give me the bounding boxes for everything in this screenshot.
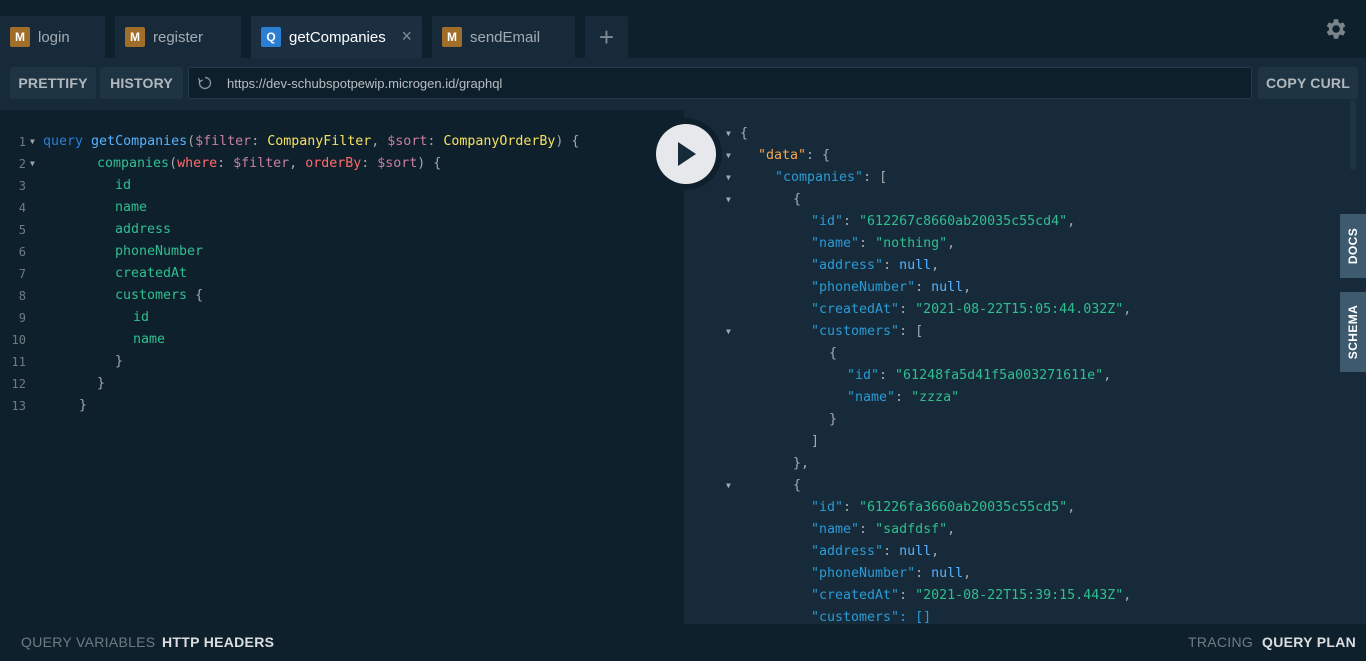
code-line: } [79,398,88,413]
line-number: 13 [11,399,26,413]
code-line: id [115,178,132,193]
fold-arrow-icon[interactable]: ▼ [30,153,35,175]
code-line: phoneNumber [115,244,204,259]
tab-label: register [153,28,204,46]
line-number: 10 [11,333,26,347]
prettify-button[interactable]: PRETTIFY [10,67,96,99]
tab-label: getCompanies [289,28,386,46]
line-number: 2 [18,157,26,171]
code-line: } [829,412,838,427]
query-plan-tab[interactable]: QUERY PLAN [1262,634,1356,650]
tab-label: sendEmail [470,28,541,46]
history-button[interactable]: HISTORY [100,67,183,99]
fold-arrow-icon[interactable]: ▼ [726,475,731,497]
mutation-badge: M [442,27,462,47]
code-line: customers { [115,288,204,303]
code-line: { [793,478,802,493]
copy-curl-button[interactable]: COPY CURL [1258,67,1358,99]
query-editor[interactable]: 1 2 3 4 5 6 7 8 9 10 11 12 13 ▼ ▼ query … [0,110,684,624]
code-line: { [740,126,749,141]
code-line: "id": "61226fa3660ab20035c55cd5", [811,500,1076,515]
code-line: id [133,310,150,325]
line-number: 3 [18,179,26,193]
add-tab-button[interactable]: + [585,16,628,58]
query-badge: Q [261,27,281,47]
tab-login[interactable]: M login [0,16,105,58]
fold-arrow-icon[interactable]: ▼ [726,321,731,343]
fold-arrow-icon[interactable]: ▼ [726,167,731,189]
endpoint-url-input[interactable] [227,75,1127,91]
code-line: query getCompanies($filter: CompanyFilte… [43,134,580,149]
code-line: name [115,200,148,215]
code-line: }, [793,456,810,471]
tab-register[interactable]: M register [115,16,241,58]
code-line: "companies": [ [775,170,888,185]
code-line: { [829,346,838,361]
play-icon [678,142,696,166]
schema-tab-label: SCHEMA [1346,304,1360,360]
endpoint-url-bar [188,67,1252,99]
toolbar: PRETTIFY HISTORY COPY CURL [0,58,1366,110]
code-line: ] [811,434,820,449]
code-line: } [115,354,124,369]
fold-arrow-icon[interactable]: ▼ [30,131,35,153]
line-number: 8 [18,289,26,303]
line-number: 11 [11,355,26,369]
result-scrollbar[interactable] [1350,100,1356,170]
code-line: "id": "612267c8660ab20035c55cd4", [811,214,1076,229]
tab-getcompanies[interactable]: Q getCompanies × [251,16,422,58]
line-number: 6 [18,245,26,259]
code-line: "address": null, [811,258,940,273]
code-line: "name": "nothing", [811,236,956,251]
code-line: } [97,376,106,391]
fold-arrow-icon[interactable]: ▼ [726,189,731,211]
code-line: "customers": [] [811,610,932,624]
code-line: "customers": [ [811,324,924,339]
fold-arrow-icon[interactable]: ▼ [726,123,731,145]
code-line: "name": "zzza" [847,390,960,405]
code-line: name [133,332,166,347]
bottom-bar: QUERY VARIABLES HTTP HEADERS TRACING QUE… [0,624,1366,661]
run-button-face [656,124,716,184]
line-number: 12 [11,377,26,391]
docs-tab-label: DOCS [1346,227,1360,265]
fold-arrow-icon[interactable]: ▼ [726,145,731,167]
code-line: companies(where: $filter, orderBy: $sort… [97,156,442,171]
schema-tab[interactable]: SCHEMA [1340,292,1366,372]
code-line: address [115,222,172,237]
result-viewer: ▼ { ▼ "data": { ▼ "companies": [ ▼ { "id… [684,110,1366,624]
tracing-tab[interactable]: TRACING [1188,634,1253,650]
code-line: { [793,192,802,207]
code-line: "phoneNumber": null, [811,566,972,581]
tab-bar: M login M register Q getCompanies × M se… [0,0,1366,58]
code-line: createdAt [115,266,188,281]
tab-sendemail[interactable]: M sendEmail [432,16,575,58]
query-variables-tab[interactable]: QUERY VARIABLES [21,634,155,650]
code-line: "data": { [758,148,831,163]
line-number: 4 [18,201,26,215]
code-line: "phoneNumber": null, [811,280,972,295]
code-line: "address": null, [811,544,940,559]
http-headers-tab[interactable]: HTTP HEADERS [162,634,274,650]
code-line: "createdAt": "2021-08-22T15:05:44.032Z", [811,302,1132,317]
line-number: 1 [18,135,26,149]
plus-icon: + [598,22,615,52]
line-number: 9 [18,311,26,325]
mutation-badge: M [125,27,145,47]
docs-tab[interactable]: DOCS [1340,214,1366,278]
gear-icon[interactable] [1322,16,1348,42]
tab-label: login [38,28,70,46]
code-line: "createdAt": "2021-08-22T15:39:15.443Z", [811,588,1132,603]
code-line: "id": "61248fa5d41f5a003271611e", [847,368,1112,383]
close-icon[interactable]: × [401,27,412,45]
mutation-badge: M [10,27,30,47]
code-line: "name": "sadfdsf", [811,522,956,537]
line-number: 5 [18,223,26,237]
reload-icon[interactable] [197,75,213,91]
line-number: 7 [18,267,26,281]
run-query-button[interactable] [650,118,722,190]
